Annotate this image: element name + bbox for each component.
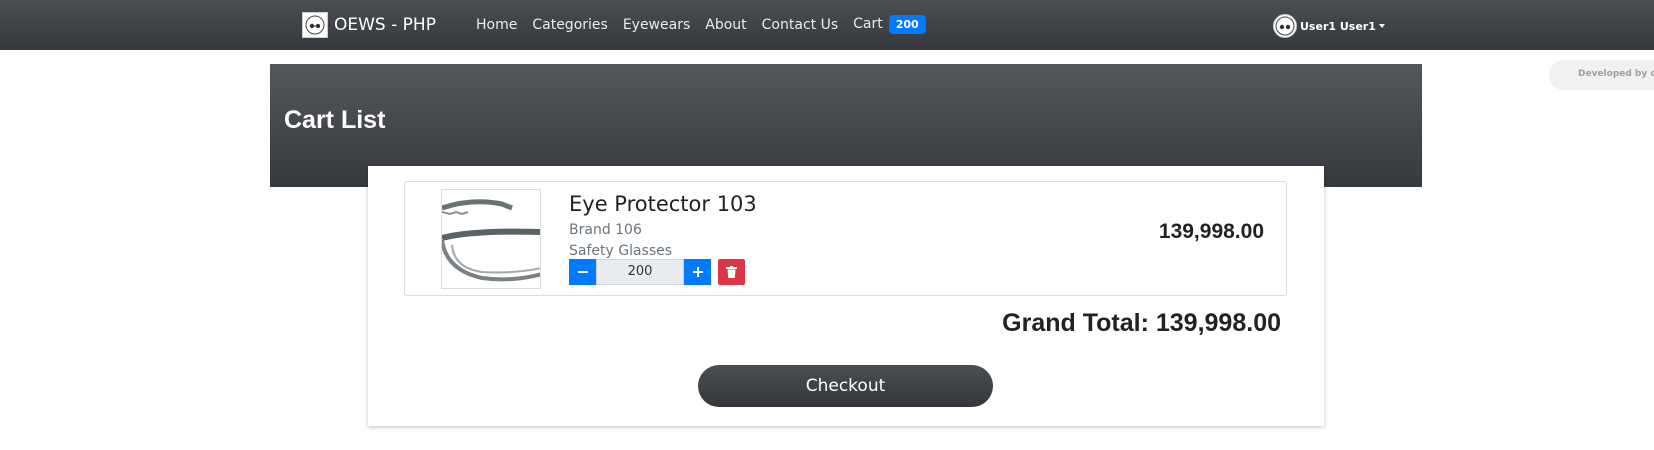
nav-eyewears[interactable]: Eyewears: [623, 17, 690, 33]
product-image: [441, 189, 541, 289]
cart-count-badge: 200: [888, 15, 926, 34]
remove-item-button[interactable]: [718, 259, 745, 285]
caret-down-icon: [1378, 24, 1385, 28]
product-category: Safety Glasses: [569, 243, 673, 259]
trash-icon: [726, 266, 737, 278]
nav-home[interactable]: Home: [476, 17, 517, 33]
nav-about[interactable]: About: [705, 17, 746, 33]
increase-quantity-button[interactable]: [684, 259, 711, 285]
user-name: User1 User1: [1300, 19, 1376, 33]
developer-credit-text: Developed by ore: [1578, 69, 1654, 79]
product-name[interactable]: Eye Protector 103: [569, 192, 757, 216]
quantity-stepper: 200: [569, 259, 745, 285]
avatar: [1273, 14, 1297, 38]
grand-total: Grand Total: 139,998.00: [1002, 309, 1281, 338]
nav-cart[interactable]: Cart 200: [853, 15, 926, 34]
developer-credit[interactable]: Developed by ore: [1549, 60, 1654, 90]
user-menu[interactable]: User1 User1: [1273, 14, 1385, 38]
page-title: Cart List: [284, 106, 386, 134]
plus-icon: [692, 267, 703, 277]
minus-icon: [577, 271, 588, 273]
quantity-input[interactable]: 200: [596, 259, 684, 285]
product-brand: Brand 106: [569, 222, 642, 238]
top-navbar: OEWS - PHP Home Categories Eyewears Abou…: [0, 0, 1654, 50]
decrease-quantity-button[interactable]: [569, 259, 596, 285]
brand-name: OEWS - PHP: [334, 15, 436, 35]
glasses-logo-icon: [302, 12, 328, 38]
grand-total-label: Grand Total:: [1002, 309, 1149, 337]
main-nav: Home Categories Eyewears About Contact U…: [476, 15, 941, 34]
cart-item: Eye Protector 103 Brand 106 Safety Glass…: [404, 181, 1287, 296]
brand-link[interactable]: OEWS - PHP: [302, 12, 436, 38]
nav-cart-label: Cart: [853, 16, 883, 32]
cart-card: Eye Protector 103 Brand 106 Safety Glass…: [368, 166, 1324, 426]
nav-contact-us[interactable]: Contact Us: [762, 17, 838, 33]
item-price: 139,998.00: [1158, 220, 1264, 243]
grand-total-value: 139,998.00: [1155, 309, 1281, 337]
checkout-button[interactable]: Checkout: [698, 365, 993, 407]
nav-categories[interactable]: Categories: [532, 17, 607, 33]
